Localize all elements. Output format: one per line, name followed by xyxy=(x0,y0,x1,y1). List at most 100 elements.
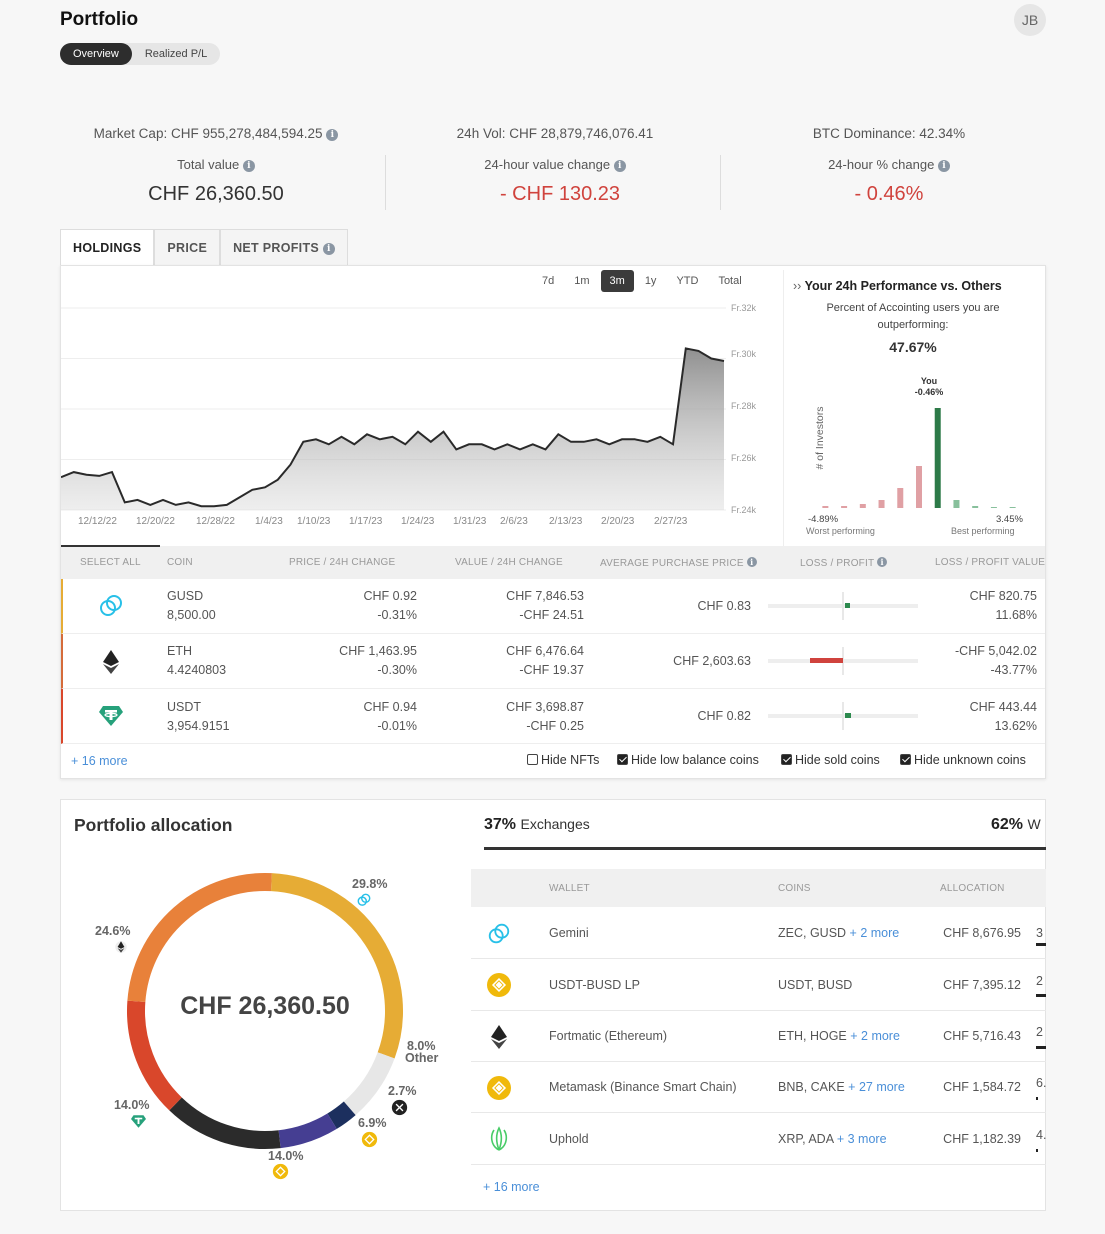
range-7d[interactable]: 7d xyxy=(533,270,563,292)
tab-wallets[interactable]: 62% W xyxy=(991,816,1046,834)
view-switch: Overview Realized P/L xyxy=(60,43,221,65)
perf-subtitle: Percent of Accointing users you are outp… xyxy=(826,302,1000,331)
pl-value: -CHF 5,042.02 xyxy=(955,644,1037,658)
select-all[interactable]: SELECT ALL xyxy=(80,557,141,568)
x-tick: 1/31/23 xyxy=(453,516,487,527)
range-selector: 7d 1m 3m 1y YTD Total xyxy=(533,270,753,292)
histogram-bar xyxy=(859,504,866,508)
ethereum-icon xyxy=(115,941,127,953)
more-coins-link[interactable]: + 2 more xyxy=(850,1029,900,1043)
checkbox-checked-icon[interactable] xyxy=(617,754,628,765)
x-tick: 12/12/22 xyxy=(78,516,117,527)
x-tick: 12/28/22 xyxy=(196,516,235,527)
chart-area xyxy=(61,348,724,510)
x-tick: 2/6/23 xyxy=(500,516,528,527)
donut-slice[interactable] xyxy=(278,1113,337,1149)
info-icon[interactable]: i xyxy=(937,160,950,172)
volume-24h: 24h Vol: CHF 28,879,746,076.41 xyxy=(456,126,654,141)
info-icon[interactable]: i xyxy=(326,129,339,141)
col-coin[interactable]: COIN xyxy=(167,557,193,568)
col-avg-price[interactable]: AVERAGE PURCHASE PRICE i xyxy=(600,557,757,569)
divider xyxy=(720,155,721,210)
histogram-bar xyxy=(897,488,904,508)
binance-icon xyxy=(487,1076,511,1100)
wallet-allocation: CHF 1,584.72 xyxy=(943,1080,1021,1094)
tab-net-profits[interactable]: NET PROFITS i xyxy=(220,229,348,266)
info-icon[interactable]: i xyxy=(746,557,757,567)
info-icon[interactable]: i xyxy=(322,243,335,255)
hide-low-balance-checkbox[interactable]: Hide low balance coins xyxy=(617,753,759,767)
coin-price-change: -0.01% xyxy=(377,719,417,733)
col-loss-profit-value[interactable]: LOSS / PROFIT VALUE xyxy=(935,557,1045,568)
wallet-bar xyxy=(1036,994,1046,997)
more-wallets-link[interactable]: + 16 more xyxy=(483,1180,540,1194)
col-wallet[interactable]: WALLET xyxy=(549,883,590,894)
col-value[interactable]: VALUE / 24H CHANGE xyxy=(455,557,563,568)
coin-value: CHF 3,698.87 xyxy=(506,700,584,714)
tab-realized-pl[interactable]: Realized P/L xyxy=(132,43,220,65)
wallet-pct: 2 xyxy=(1036,1025,1043,1039)
donut-slice[interactable] xyxy=(127,873,272,1003)
wallet-bar xyxy=(1036,1097,1038,1100)
checkbox-checked-icon[interactable] xyxy=(781,754,792,765)
range-ytd[interactable]: YTD xyxy=(667,270,707,292)
donut-slice[interactable] xyxy=(270,873,403,1059)
info-icon[interactable]: i xyxy=(242,160,255,172)
range-1y[interactable]: 1y xyxy=(636,270,666,292)
tab-exchanges[interactable]: 37% Exchanges xyxy=(484,816,590,834)
tab-price[interactable]: PRICE xyxy=(154,229,221,266)
holdings-chart xyxy=(61,307,726,511)
info-icon[interactable]: i xyxy=(613,160,626,172)
coin-amount: 8,500.00 xyxy=(167,608,216,622)
wallet-pct: 3 xyxy=(1036,926,1043,940)
col-allocation[interactable]: ALLOCATION xyxy=(940,883,1005,894)
histogram-bar xyxy=(841,506,848,508)
more-coins-link[interactable]: + 16 more xyxy=(71,754,128,768)
coin-value-change: -CHF 24.51 xyxy=(519,608,584,622)
value-change-label: 24-hour value change i xyxy=(440,157,670,172)
checkbox-icon[interactable] xyxy=(527,754,538,765)
hide-sold-checkbox[interactable]: Hide sold coins xyxy=(781,753,880,767)
col-price[interactable]: PRICE / 24H CHANGE xyxy=(289,557,395,568)
col-coins[interactable]: COINS xyxy=(778,883,811,894)
range-total[interactable]: Total xyxy=(709,270,750,292)
ethereum-icon xyxy=(491,1025,507,1049)
donut-slice[interactable] xyxy=(169,1097,281,1149)
tab-holdings[interactable]: HOLDINGS xyxy=(60,229,155,266)
chevron-double-right-icon: ›› xyxy=(793,279,802,293)
donut-slice[interactable] xyxy=(343,1052,395,1116)
binance-icon xyxy=(487,973,511,997)
avg-price: CHF 2,603.63 xyxy=(673,654,751,668)
wallet-coins: ZEC, GUSD + 2 more xyxy=(778,926,900,940)
col-loss-profit[interactable]: LOSS / PROFIT i xyxy=(800,557,888,569)
checkbox-checked-icon[interactable] xyxy=(900,754,911,765)
wallet-allocation: CHF 8,676.95 xyxy=(943,926,1021,940)
y-tick: Fr.26k xyxy=(731,453,757,463)
wallet-allocation: CHF 1,182.39 xyxy=(943,1132,1021,1146)
uphold-icon xyxy=(490,1126,508,1151)
donut-slice[interactable] xyxy=(327,1101,356,1129)
wallet-name: Gemini xyxy=(549,926,589,940)
avatar[interactable]: JB xyxy=(1014,4,1046,36)
x-tick: 1/17/23 xyxy=(349,516,383,527)
gemini-icon xyxy=(357,893,371,906)
x-tick: 2/20/23 xyxy=(601,516,635,527)
more-coins-link[interactable]: + 3 more xyxy=(837,1132,887,1146)
x-tick: 1/10/23 xyxy=(297,516,331,527)
tab-overview[interactable]: Overview xyxy=(60,43,132,65)
coin-price-change: -0.31% xyxy=(377,608,417,622)
hide-nfts-checkbox[interactable]: Hide NFTs xyxy=(527,753,599,767)
tether-icon xyxy=(99,706,123,726)
you-value: -0.46% xyxy=(914,387,944,397)
page-title: Portfolio xyxy=(60,9,139,30)
range-3m[interactable]: 3m xyxy=(600,270,634,292)
total-value: CHF 26,360.50 xyxy=(148,183,284,205)
info-icon[interactable]: i xyxy=(877,557,888,567)
more-coins-link[interactable]: + 27 more xyxy=(848,1080,905,1094)
ethereum-icon xyxy=(103,650,119,674)
xrp-icon xyxy=(391,1099,408,1116)
more-coins-link[interactable]: + 2 more xyxy=(850,926,900,940)
range-1m[interactable]: 1m xyxy=(565,270,598,292)
hide-unknown-checkbox[interactable]: Hide unknown coins xyxy=(900,753,1026,767)
pl-pct: 11.68% xyxy=(995,608,1037,622)
